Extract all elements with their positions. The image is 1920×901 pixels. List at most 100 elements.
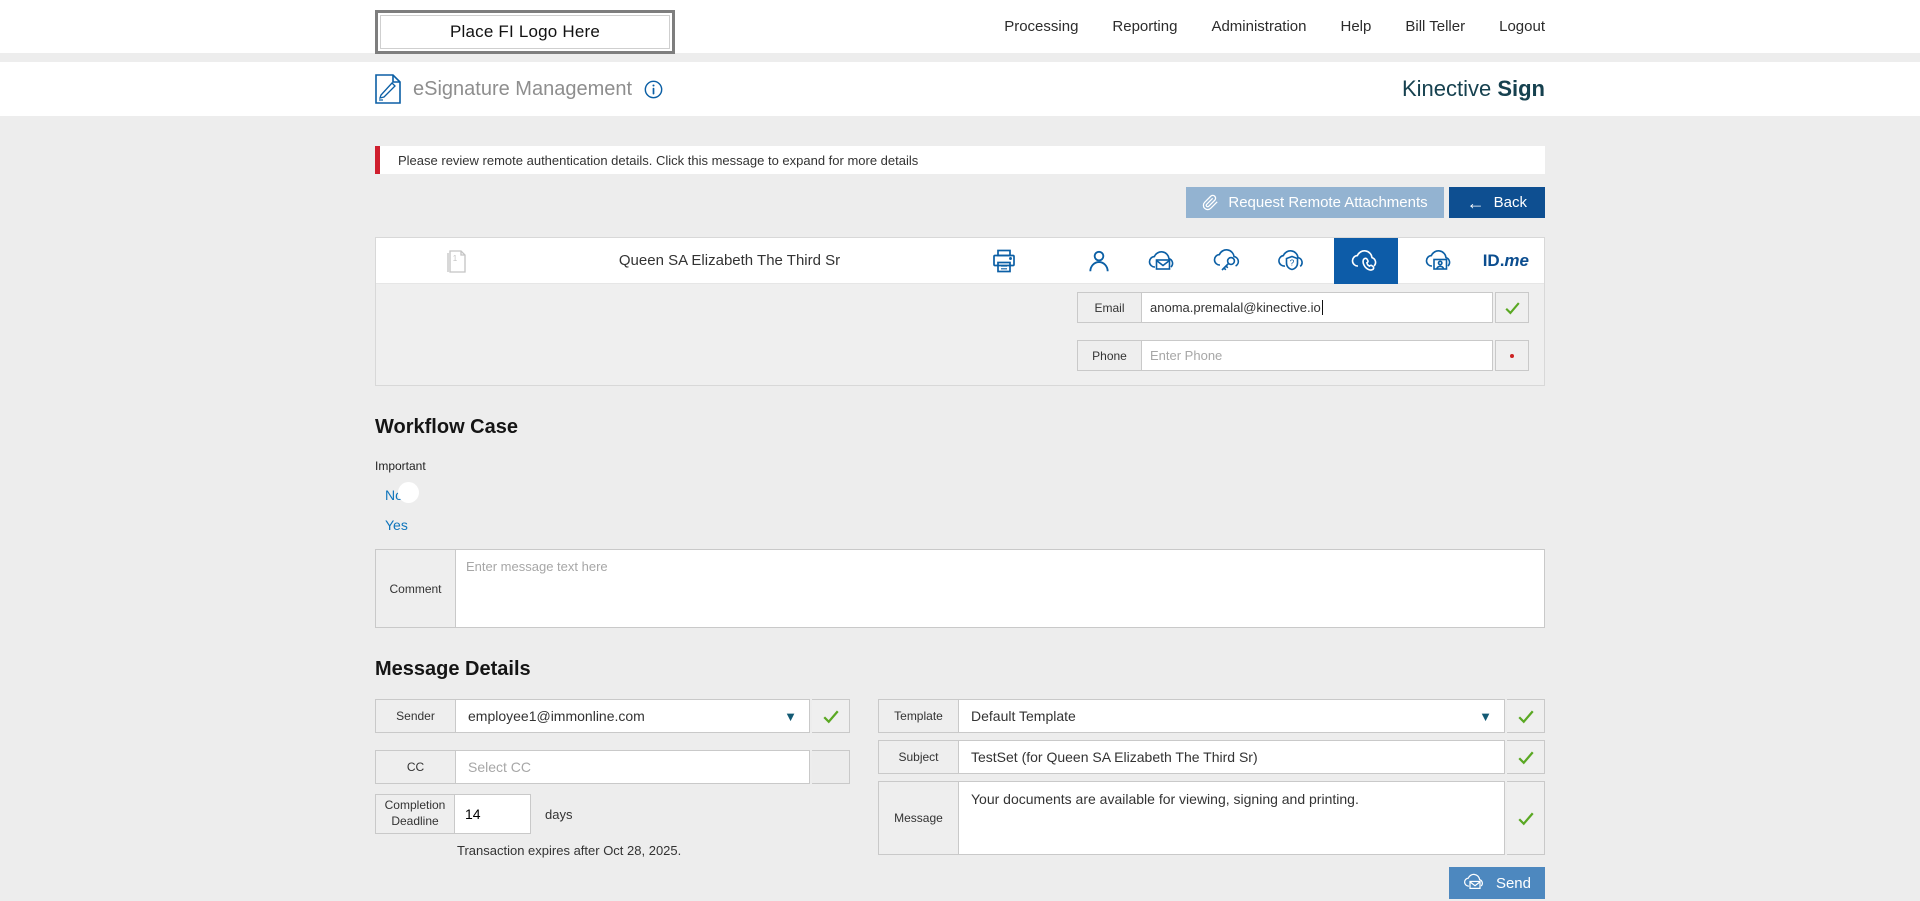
message-row: Message Your documents are available for… [878, 781, 1545, 855]
phone-input[interactable] [1150, 348, 1484, 363]
email-valid-status [1495, 292, 1529, 323]
send-row: Send [878, 867, 1545, 899]
comment-textarea[interactable] [456, 550, 1544, 627]
cc-input-wrap [455, 750, 810, 784]
auth-method-icons: ? ID.me [1077, 238, 1529, 283]
option-yes-label: Yes [385, 517, 408, 533]
subject-label: Subject [878, 740, 958, 774]
sender-dropdown[interactable]: employee1@immonline.com ▼ [455, 699, 810, 733]
top-bar: Place FI Logo Here Processing Reporting … [0, 0, 1920, 53]
completion-deadline-label: Completion Deadline [375, 794, 455, 834]
top-nav: Processing Reporting Administration Help… [1004, 18, 1545, 35]
phone-auth-icon[interactable] [1334, 238, 1398, 284]
in-person-auth-icon[interactable] [1077, 238, 1121, 284]
security-question-auth-icon[interactable]: ? [1270, 238, 1314, 284]
template-label: Template [878, 699, 958, 733]
important-option-no[interactable]: No [385, 487, 425, 503]
send-cloud-mail-icon [1463, 873, 1487, 893]
actions-row: Request Remote Attachments ← Back [375, 187, 1545, 218]
completion-deadline-input[interactable] [455, 795, 530, 833]
recipient-contact-fields: Email anoma.premalal@kinective.io Phone [376, 284, 1544, 385]
chevron-down-icon: ▼ [784, 709, 797, 724]
nav-user-bill-teller[interactable]: Bill Teller [1405, 18, 1465, 35]
subject-input[interactable] [971, 749, 1492, 765]
message-details-left-column: Sender employee1@immonline.com ▼ CC Comp… [375, 699, 850, 858]
idme-italic: me [1504, 251, 1529, 270]
cc-label: CC [375, 750, 455, 784]
send-button[interactable]: Send [1449, 867, 1545, 899]
request-remote-attachments-label: Request Remote Attachments [1228, 194, 1427, 211]
request-remote-attachments-button[interactable]: Request Remote Attachments [1186, 187, 1443, 218]
required-dot-icon [1510, 354, 1514, 358]
fi-logo-text: Place FI Logo Here [450, 22, 600, 42]
nav-help[interactable]: Help [1341, 18, 1372, 35]
header-divider [0, 53, 1920, 62]
message-textarea[interactable]: Your documents are available for viewing… [959, 782, 1504, 854]
esignature-document-icon [375, 74, 401, 104]
page-header: eSignature Management Kinective Sign [0, 62, 1920, 116]
nav-reporting[interactable]: Reporting [1112, 18, 1177, 35]
workflow-case-title: Workflow Case [375, 416, 1545, 439]
recipient-name: Queen SA Elizabeth The Third Sr [468, 252, 991, 269]
message-label: Message [878, 781, 958, 855]
important-option-yes[interactable]: Yes [385, 517, 425, 533]
subject-input-wrap [958, 740, 1505, 774]
text-cursor [1322, 300, 1323, 315]
info-icon[interactable] [644, 80, 663, 99]
subject-row: Subject [878, 740, 1545, 774]
kinective-sign-logo: Kinective Sign [1402, 76, 1545, 102]
message-details-title: Message Details [375, 658, 1545, 681]
brand-regular: Kinective [1402, 76, 1497, 101]
phone-required-status [1495, 340, 1529, 371]
cc-row: CC [375, 750, 850, 784]
nav-logout[interactable]: Logout [1499, 18, 1545, 35]
svg-text:?: ? [1289, 257, 1294, 267]
brand-bold: Sign [1497, 76, 1545, 101]
template-dropdown[interactable]: Default Template ▼ [958, 699, 1505, 733]
idme-auth-icon[interactable]: ID.me [1483, 251, 1529, 271]
template-row: Template Default Template ▼ [878, 699, 1545, 733]
nav-processing[interactable]: Processing [1004, 18, 1078, 35]
kba-auth-icon[interactable] [1418, 238, 1462, 284]
back-button[interactable]: ← Back [1449, 187, 1545, 218]
template-valid-status [1507, 699, 1545, 733]
cc-input[interactable] [468, 759, 797, 775]
phone-input-wrap [1141, 340, 1493, 371]
sender-valid-status [812, 699, 850, 733]
phone-field-row: Phone [1077, 340, 1529, 371]
email-value: anoma.premalal@kinective.io [1150, 300, 1321, 315]
sender-row: Sender employee1@immonline.com ▼ [375, 699, 850, 733]
sender-value: employee1@immonline.com [468, 708, 645, 724]
template-value: Default Template [971, 708, 1076, 724]
expiry-note: Transaction expires after Oct 28, 2025. [457, 843, 850, 858]
page-title: eSignature Management [413, 78, 632, 101]
svg-text:1: 1 [453, 254, 458, 263]
back-arrow-icon: ← [1467, 194, 1485, 212]
email-label: Email [1077, 292, 1141, 323]
radio-circle[interactable] [398, 482, 419, 503]
email-auth-icon[interactable] [1141, 238, 1185, 284]
completion-deadline-input-wrap [455, 794, 531, 834]
nav-administration[interactable]: Administration [1211, 18, 1306, 35]
message-details-grid: Sender employee1@immonline.com ▼ CC Comp… [375, 699, 1545, 899]
send-label: Send [1496, 875, 1531, 892]
sender-label: Sender [375, 699, 455, 733]
comment-field-row: Comment [375, 549, 1545, 628]
back-label: Back [1494, 194, 1527, 211]
comment-label: Comment [375, 549, 455, 628]
fi-logo-placeholder: Place FI Logo Here [375, 10, 675, 54]
email-input[interactable]: anoma.premalal@kinective.io [1141, 292, 1493, 323]
document-count-icon[interactable]: 1 [446, 247, 468, 275]
important-label: Important [375, 459, 1545, 473]
access-code-auth-icon[interactable] [1206, 238, 1250, 284]
paperclip-icon [1202, 194, 1219, 211]
idme-bold: ID. [1483, 251, 1505, 270]
email-field-row: Email anoma.premalal@kinective.io [1077, 292, 1529, 323]
phone-label: Phone [1077, 340, 1141, 371]
auth-review-alert[interactable]: Please review remote authentication deta… [375, 146, 1545, 174]
message-textarea-wrap: Your documents are available for viewing… [958, 781, 1505, 855]
alert-message: Please review remote authentication deta… [398, 153, 918, 168]
recipient-row: 1 Queen SA Elizabeth The Third Sr [376, 238, 1544, 284]
printer-icon[interactable] [991, 248, 1017, 274]
comment-box [455, 549, 1545, 628]
